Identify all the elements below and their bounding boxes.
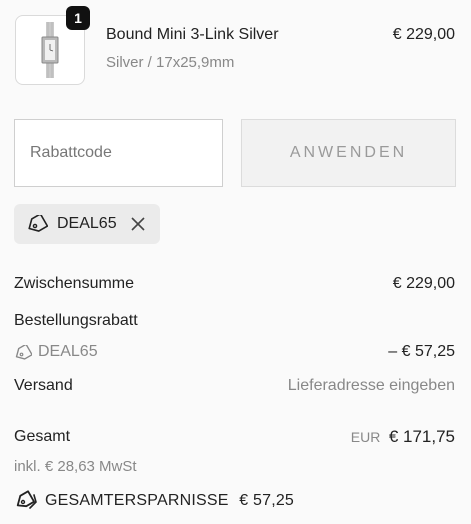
applied-code-label: DEAL65 [57,215,117,232]
remove-discount-icon[interactable] [130,216,146,232]
total-label: Gesamt [14,428,71,445]
shipping-value: Lieferadresse eingeben [287,377,455,394]
applied-discount-chip: DEAL65 [14,204,160,244]
tag-icon [15,345,32,360]
order-discount-code: DEAL65 [38,343,98,360]
tag-icon [28,215,48,232]
order-discount-label: Bestellungsrabatt [14,312,138,329]
product-price: € 229,00 [392,26,455,43]
tax-note: inkl. € 28,63 MwSt [14,458,137,475]
product-variant: Silver / 17x25,9mm [106,54,235,71]
total-currency: EUR [350,429,381,445]
total-savings-value: € 57,25 [239,492,295,509]
subtotal-value: € 229,00 [392,275,455,292]
apply-discount-button[interactable]: ANWENDEN [241,119,456,187]
total-value: € 171,75 [388,427,455,446]
total-savings: GESAMTERSPARNISSE € 57,25 [45,492,294,510]
savings-tag-icon [16,490,37,509]
total-savings-label: GESAMTERSPARNISSE [45,492,229,509]
order-discount-value: – € 57,25 [388,343,455,360]
shipping-label: Versand [14,377,73,394]
subtotal-label: Zwischensumme [14,275,135,292]
discount-code-input[interactable] [14,119,223,187]
total-amount: EUR € 171,75 [351,427,455,447]
product-name: Bound Mini 3-Link Silver [106,26,279,43]
quantity-badge: 1 [66,6,90,30]
